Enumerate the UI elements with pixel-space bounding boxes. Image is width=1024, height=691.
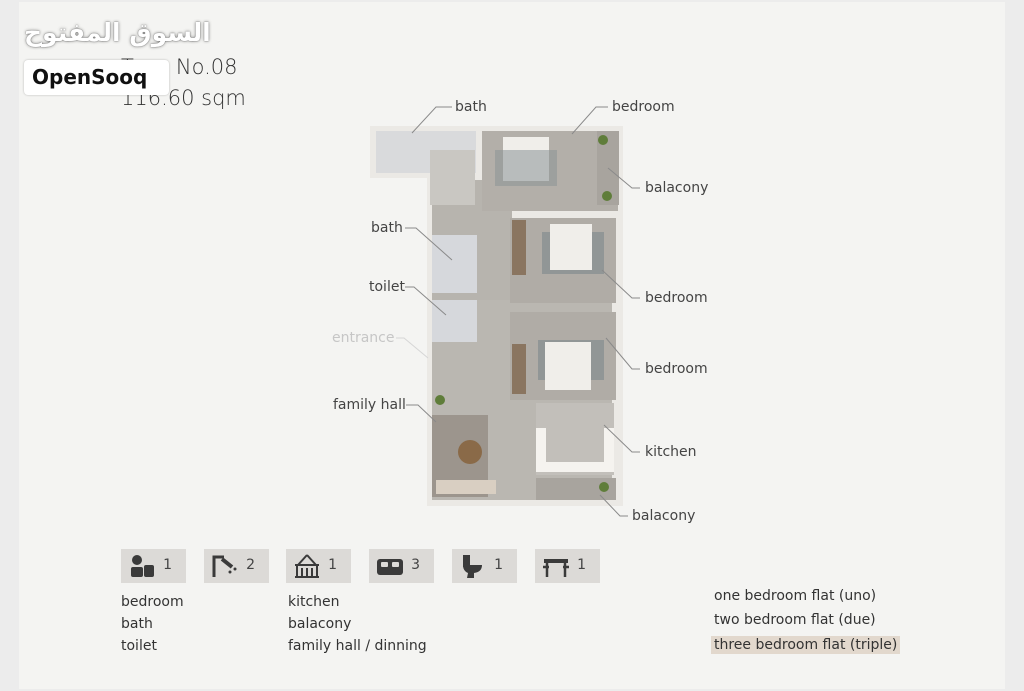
amenity-count: 2 bbox=[246, 557, 255, 573]
label-bath-mid: bath bbox=[371, 220, 403, 236]
label-entrance: entrance bbox=[332, 330, 395, 346]
label-bedroom-top: bedroom bbox=[612, 99, 675, 115]
flat-type-three-selected: three bedroom flat (triple) bbox=[711, 636, 901, 654]
amenity-tile-bed: 3 bbox=[369, 549, 434, 583]
watermark-arabic: السوق المفتوح bbox=[24, 18, 211, 47]
label-kitchen: kitchen bbox=[645, 444, 697, 460]
plant bbox=[598, 135, 608, 145]
plant bbox=[602, 191, 612, 201]
label-toilet: toilet bbox=[369, 279, 405, 295]
wardrobe-mid bbox=[512, 220, 526, 275]
bath-top-room-b bbox=[430, 150, 475, 205]
bed-low bbox=[545, 342, 591, 390]
legend-item: kitchen bbox=[288, 594, 340, 610]
legend-item: bath bbox=[121, 616, 153, 632]
amenity-count: 1 bbox=[577, 557, 586, 573]
bedroom-person-icon bbox=[131, 555, 154, 577]
label-balcony-bottom: balacony bbox=[632, 508, 696, 524]
label-bedroom-mid: bedroom bbox=[645, 290, 708, 306]
bath-mid-room bbox=[432, 235, 477, 293]
bed-top-rug bbox=[495, 150, 557, 186]
legend-item: toilet bbox=[121, 638, 157, 654]
bed-mid bbox=[550, 224, 592, 270]
label-bath-top: bath bbox=[455, 99, 487, 115]
legend-item: balacony bbox=[288, 616, 352, 632]
watermark-brand-box: OpenSooq bbox=[24, 60, 169, 95]
amenity-count: 1 bbox=[163, 557, 172, 573]
dining-table bbox=[458, 440, 482, 464]
amenity-tile-toilet: 1 bbox=[452, 549, 517, 583]
plant bbox=[435, 395, 445, 405]
toilet-icon bbox=[463, 555, 482, 578]
watermark-brand: OpenSooq bbox=[32, 65, 148, 89]
kitchen-worktop bbox=[604, 428, 614, 472]
bed-icon bbox=[377, 559, 403, 575]
kitchen-counter-b bbox=[536, 462, 614, 472]
label-balcony-top: balacony bbox=[645, 180, 709, 196]
toilet-room bbox=[432, 300, 477, 342]
dining-table-icon bbox=[543, 559, 569, 577]
amenity-tile-bedroom: 1 bbox=[121, 549, 186, 583]
amenity-count: 3 bbox=[411, 557, 420, 573]
shower-icon bbox=[212, 555, 237, 577]
leader-entrance bbox=[396, 337, 429, 359]
legend-right: kitchen balacony family hall / dinning bbox=[288, 591, 427, 657]
amenity-count: 1 bbox=[328, 557, 337, 573]
flat-type-one: one bedroom flat (uno) bbox=[714, 588, 877, 604]
flat-type-two: two bedroom flat (due) bbox=[714, 612, 876, 628]
amenity-tile-bath: 2 bbox=[204, 549, 269, 583]
amenity-tile-dining: 1 bbox=[535, 549, 600, 583]
wardrobe-low bbox=[512, 344, 526, 394]
amenity-count: 1 bbox=[494, 557, 503, 573]
plant bbox=[599, 482, 609, 492]
legend-item: bedroom bbox=[121, 594, 184, 610]
sofa bbox=[436, 480, 496, 494]
legend-left: bedroom bath toilet bbox=[121, 591, 184, 657]
label-bedroom-low: bedroom bbox=[645, 361, 708, 377]
amenity-tile-kitchen: 1 bbox=[286, 549, 351, 583]
legend-item: family hall / dinning bbox=[288, 638, 427, 654]
kitchen-icon bbox=[295, 554, 319, 578]
label-family-hall: family hall bbox=[333, 397, 406, 413]
